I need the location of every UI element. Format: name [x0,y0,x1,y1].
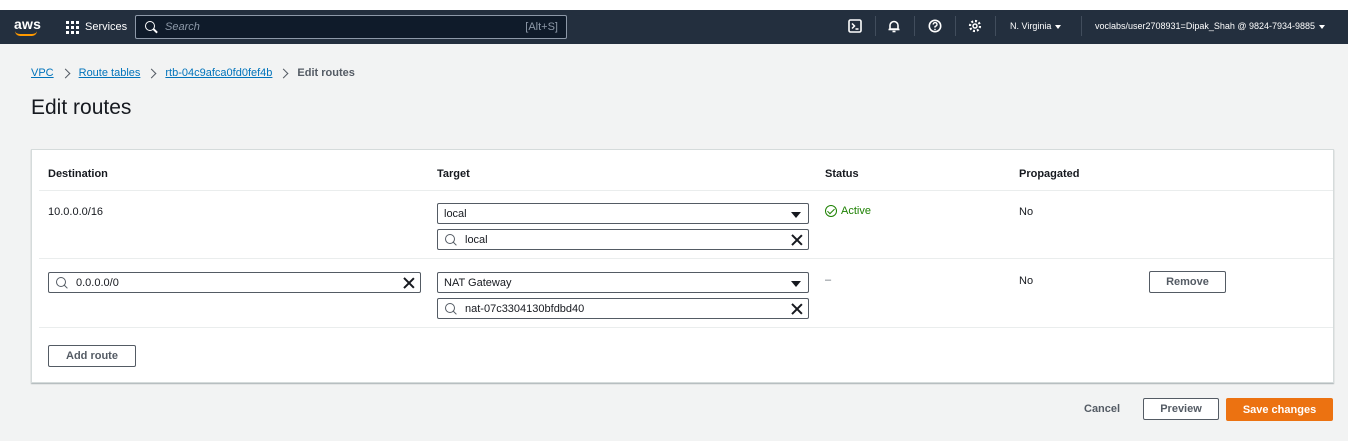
target-type-value: NAT Gateway [444,276,512,289]
column-header-destination: Destination [48,168,108,180]
toolbar-separator [914,16,915,36]
search-shortcut: [Alt+S] [525,21,558,33]
region-label: N. Virginia [1010,21,1052,31]
account-label: voclabs/user2708931=Dipak_Shah @ 9824-79… [1095,21,1316,31]
search-icon [445,233,457,246]
toolbar-separator [955,16,956,36]
table-divider [39,327,1333,328]
browser-edge [0,0,1348,10]
notifications-bell-icon[interactable] [887,19,901,33]
aws-smile-icon [15,31,37,36]
preview-button[interactable]: Preview [1143,398,1219,420]
target-type-select[interactable]: NAT Gateway [437,272,809,293]
global-search-input[interactable]: Search [Alt+S] [135,15,567,39]
chevron-right-icon [146,68,157,78]
breadcrumb-link-route-tables[interactable]: Route tables [79,67,141,79]
aws-logo-text: aws [14,16,42,32]
destination-value: 0.0.0.0/0 [76,276,119,289]
cloudshell-icon[interactable] [848,19,862,33]
search-placeholder: Search [165,21,200,33]
region-selector[interactable]: N. Virginia [1010,21,1062,31]
target-type-select[interactable]: local [437,203,809,224]
target-value: nat-07c3304130bfdbd40 [465,302,585,315]
chevron-right-icon [60,68,71,78]
account-menu[interactable]: voclabs/user2708931=Dipak_Shah @ 9824-79… [1095,21,1326,31]
breadcrumb: VPC Route tables rtb-04c9afca0fd0fef4b E… [31,67,355,79]
toolbar-separator [1081,16,1082,36]
services-grid-icon [66,20,79,34]
clear-icon[interactable] [791,234,802,245]
clear-icon[interactable] [403,277,414,288]
search-icon [145,21,157,33]
breadcrumb-link-route-table-id[interactable]: rtb-04c9afca0fd0fef4b [165,67,272,79]
breadcrumb-current: Edit routes [297,67,355,79]
aws-logo[interactable]: aws [14,16,42,36]
table-divider [39,258,1333,259]
target-search-field[interactable]: local [437,229,809,250]
services-menu-button[interactable]: Services [60,14,127,40]
breadcrumb-link-vpc[interactable]: VPC [31,67,54,79]
status-text: Active [841,205,871,217]
clear-icon[interactable] [791,303,802,314]
propagated-value: No [1019,275,1034,287]
help-icon[interactable] [928,19,942,33]
add-route-button[interactable]: Add route [48,345,136,367]
save-changes-button[interactable]: Save changes [1226,398,1333,421]
top-navigation-bar: aws Services Search [Alt+S] N. Virginia … [0,0,1348,44]
routes-panel: Destination Target Status Propagated 10.… [31,149,1334,383]
cancel-button[interactable]: Cancel [1084,403,1120,415]
target-type-value: local [444,207,467,220]
toolbar-separator [875,16,876,36]
propagated-value: No [1019,206,1034,218]
settings-gear-icon[interactable] [968,19,982,33]
status-text: – [825,274,832,286]
target-value: local [465,233,488,246]
search-icon [56,276,68,289]
caret-down-icon [791,281,801,287]
column-header-status: Status [825,168,859,180]
destination-input[interactable]: 0.0.0.0/0 [48,272,421,293]
toolbar-separator [995,16,996,36]
caret-down-icon [791,212,801,218]
status-indicator: Active [825,205,871,217]
search-icon [445,302,457,315]
destination-value: 10.0.0.0/16 [48,206,104,218]
page-title: Edit routes [31,96,132,119]
remove-route-button[interactable]: Remove [1149,271,1226,293]
table-divider [39,190,1333,191]
chevron-down-icon [1319,24,1326,29]
target-search-field[interactable]: nat-07c3304130bfdbd40 [437,298,809,319]
services-label: Services [85,21,128,33]
column-header-propagated: Propagated [1019,168,1080,180]
chevron-right-icon [278,68,289,78]
check-circle-icon [825,205,837,217]
chevron-down-icon [1055,24,1062,29]
column-header-target: Target [437,168,470,180]
